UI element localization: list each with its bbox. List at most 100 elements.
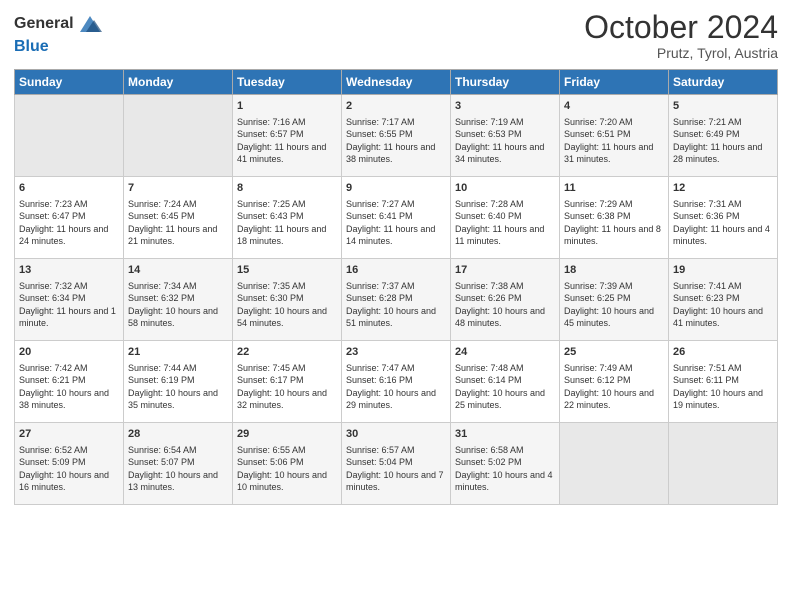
day-number: 31 xyxy=(455,427,555,442)
calendar-cell: 15Sunrise: 7:35 AMSunset: 6:30 PMDayligh… xyxy=(233,259,342,341)
day-info: Sunrise: 7:16 AMSunset: 6:57 PMDaylight:… xyxy=(237,116,337,166)
calendar-week-row: 6Sunrise: 7:23 AMSunset: 6:47 PMDaylight… xyxy=(15,177,778,259)
day-info: Sunrise: 6:58 AMSunset: 5:02 PMDaylight:… xyxy=(455,444,555,494)
col-sunday: Sunday xyxy=(15,70,124,95)
calendar-table: Sunday Monday Tuesday Wednesday Thursday… xyxy=(14,69,778,505)
day-number: 22 xyxy=(237,345,337,360)
calendar-cell: 27Sunrise: 6:52 AMSunset: 5:09 PMDayligh… xyxy=(15,423,124,505)
day-info: Sunrise: 7:44 AMSunset: 6:19 PMDaylight:… xyxy=(128,362,228,412)
logo-blue-text: Blue xyxy=(14,38,104,56)
day-info: Sunrise: 7:34 AMSunset: 6:32 PMDaylight:… xyxy=(128,280,228,330)
day-info: Sunrise: 7:28 AMSunset: 6:40 PMDaylight:… xyxy=(455,198,555,248)
logo-general-text: General xyxy=(14,15,74,33)
day-info: Sunrise: 7:19 AMSunset: 6:53 PMDaylight:… xyxy=(455,116,555,166)
day-info: Sunrise: 7:29 AMSunset: 6:38 PMDaylight:… xyxy=(564,198,664,248)
day-number: 26 xyxy=(673,345,773,360)
day-number: 16 xyxy=(346,263,446,278)
day-number: 5 xyxy=(673,99,773,114)
day-info: Sunrise: 7:41 AMSunset: 6:23 PMDaylight:… xyxy=(673,280,773,330)
day-number: 3 xyxy=(455,99,555,114)
calendar-cell: 31 Sunrise: 6:58 AMSunset: 5:02 PMDayligh… xyxy=(451,423,560,505)
col-tuesday: Tuesday xyxy=(233,70,342,95)
day-number: 6 xyxy=(19,181,119,196)
calendar-cell: 7 Sunrise: 7:24 AMSunset: 6:45 PMDaylight… xyxy=(124,177,233,259)
day-number: 9 xyxy=(346,181,446,196)
calendar-header: Sunday Monday Tuesday Wednesday Thursday… xyxy=(15,70,778,95)
calendar-cell xyxy=(560,423,669,505)
title-block: October 2024 Prutz, Tyrol, Austria xyxy=(584,10,778,61)
calendar-cell: 3 Sunrise: 7:19 AMSunset: 6:53 PMDaylight… xyxy=(451,95,560,177)
weekday-row: Sunday Monday Tuesday Wednesday Thursday… xyxy=(15,70,778,95)
logo-icon xyxy=(76,10,104,38)
calendar-cell: 10 Sunrise: 7:28 AMSunset: 6:40 PMDayligh… xyxy=(451,177,560,259)
day-number: 2 xyxy=(346,99,446,114)
day-info: Sunrise: 6:55 AMSunset: 5:06 PMDaylight:… xyxy=(237,444,337,494)
month-title: October 2024 xyxy=(584,10,778,45)
day-number: 17 xyxy=(455,263,555,278)
calendar-cell: 1 Sunrise: 7:16 AMSunset: 6:57 PMDaylight… xyxy=(233,95,342,177)
day-number: 25 xyxy=(564,345,664,360)
day-number: 23 xyxy=(346,345,446,360)
calendar-cell: 6Sunrise: 7:23 AMSunset: 6:47 PMDaylight… xyxy=(15,177,124,259)
calendar-cell xyxy=(15,95,124,177)
calendar-cell: 19 Sunrise: 7:41 AMSunset: 6:23 PMDayligh… xyxy=(669,259,778,341)
calendar-cell: 23 Sunrise: 7:47 AMSunset: 6:16 PMDayligh… xyxy=(342,341,451,423)
col-friday: Friday xyxy=(560,70,669,95)
day-number: 10 xyxy=(455,181,555,196)
day-number: 24 xyxy=(455,345,555,360)
col-monday: Monday xyxy=(124,70,233,95)
day-number: 28 xyxy=(128,427,228,442)
day-info: Sunrise: 7:47 AMSunset: 6:16 PMDaylight:… xyxy=(346,362,446,412)
calendar-cell: 18 Sunrise: 7:39 AMSunset: 6:25 PMDayligh… xyxy=(560,259,669,341)
day-info: Sunrise: 7:25 AMSunset: 6:43 PMDaylight:… xyxy=(237,198,337,248)
calendar-cell: 20Sunrise: 7:42 AMSunset: 6:21 PMDayligh… xyxy=(15,341,124,423)
day-info: Sunrise: 7:21 AMSunset: 6:49 PMDaylight:… xyxy=(673,116,773,166)
day-number: 11 xyxy=(564,181,664,196)
calendar-cell: 5 Sunrise: 7:21 AMSunset: 6:49 PMDaylight… xyxy=(669,95,778,177)
calendar-cell: 13 Sunrise: 7:32 AMSunset: 6:34 PMDayligh… xyxy=(15,259,124,341)
calendar-week-row: 1 Sunrise: 7:16 AMSunset: 6:57 PMDaylight… xyxy=(15,95,778,177)
day-number: 8 xyxy=(237,181,337,196)
day-info: Sunrise: 7:39 AMSunset: 6:25 PMDaylight:… xyxy=(564,280,664,330)
location-subtitle: Prutz, Tyrol, Austria xyxy=(584,45,778,61)
page-container: General Blue October 2024 Prutz, Tyrol, … xyxy=(0,0,792,515)
calendar-cell: 30 Sunrise: 6:57 AMSunset: 5:04 PMDayligh… xyxy=(342,423,451,505)
day-info: Sunrise: 7:35 AMSunset: 6:30 PMDaylight:… xyxy=(237,280,337,330)
calendar-cell: 22Sunrise: 7:45 AMSunset: 6:17 PMDayligh… xyxy=(233,341,342,423)
day-number: 29 xyxy=(237,427,337,442)
day-number: 13 xyxy=(19,263,119,278)
day-number: 18 xyxy=(564,263,664,278)
day-info: Sunrise: 7:27 AMSunset: 6:41 PMDaylight:… xyxy=(346,198,446,248)
day-info: Sunrise: 7:38 AMSunset: 6:26 PMDaylight:… xyxy=(455,280,555,330)
calendar-cell: 8 Sunrise: 7:25 AMSunset: 6:43 PMDaylight… xyxy=(233,177,342,259)
day-number: 1 xyxy=(237,99,337,114)
calendar-cell: 11 Sunrise: 7:29 AMSunset: 6:38 PMDayligh… xyxy=(560,177,669,259)
calendar-week-row: 27Sunrise: 6:52 AMSunset: 5:09 PMDayligh… xyxy=(15,423,778,505)
day-number: 20 xyxy=(19,345,119,360)
calendar-week-row: 20Sunrise: 7:42 AMSunset: 6:21 PMDayligh… xyxy=(15,341,778,423)
calendar-cell: 14 Sunrise: 7:34 AMSunset: 6:32 PMDayligh… xyxy=(124,259,233,341)
day-info: Sunrise: 7:20 AMSunset: 6:51 PMDaylight:… xyxy=(564,116,664,166)
day-info: Sunrise: 7:32 AMSunset: 6:34 PMDaylight:… xyxy=(19,280,119,330)
calendar-cell: 17 Sunrise: 7:38 AMSunset: 6:26 PMDayligh… xyxy=(451,259,560,341)
day-info: Sunrise: 7:48 AMSunset: 6:14 PMDaylight:… xyxy=(455,362,555,412)
day-info: Sunrise: 6:52 AMSunset: 5:09 PMDaylight:… xyxy=(19,444,119,494)
calendar-week-row: 13 Sunrise: 7:32 AMSunset: 6:34 PMDayligh… xyxy=(15,259,778,341)
calendar-body: 1 Sunrise: 7:16 AMSunset: 6:57 PMDaylight… xyxy=(15,95,778,505)
day-number: 7 xyxy=(128,181,228,196)
calendar-cell: 16Sunrise: 7:37 AMSunset: 6:28 PMDayligh… xyxy=(342,259,451,341)
logo: General Blue xyxy=(14,10,104,56)
day-info: Sunrise: 6:57 AMSunset: 5:04 PMDaylight:… xyxy=(346,444,446,494)
page-header: General Blue October 2024 Prutz, Tyrol, … xyxy=(14,10,778,61)
calendar-cell: 29 Sunrise: 6:55 AMSunset: 5:06 PMDayligh… xyxy=(233,423,342,505)
day-number: 30 xyxy=(346,427,446,442)
calendar-cell: 24 Sunrise: 7:48 AMSunset: 6:14 PMDayligh… xyxy=(451,341,560,423)
day-number: 4 xyxy=(564,99,664,114)
calendar-cell: 25Sunrise: 7:49 AMSunset: 6:12 PMDayligh… xyxy=(560,341,669,423)
day-info: Sunrise: 7:24 AMSunset: 6:45 PMDaylight:… xyxy=(128,198,228,248)
day-number: 19 xyxy=(673,263,773,278)
day-info: Sunrise: 7:31 AMSunset: 6:36 PMDaylight:… xyxy=(673,198,773,248)
day-number: 14 xyxy=(128,263,228,278)
col-thursday: Thursday xyxy=(451,70,560,95)
day-number: 12 xyxy=(673,181,773,196)
